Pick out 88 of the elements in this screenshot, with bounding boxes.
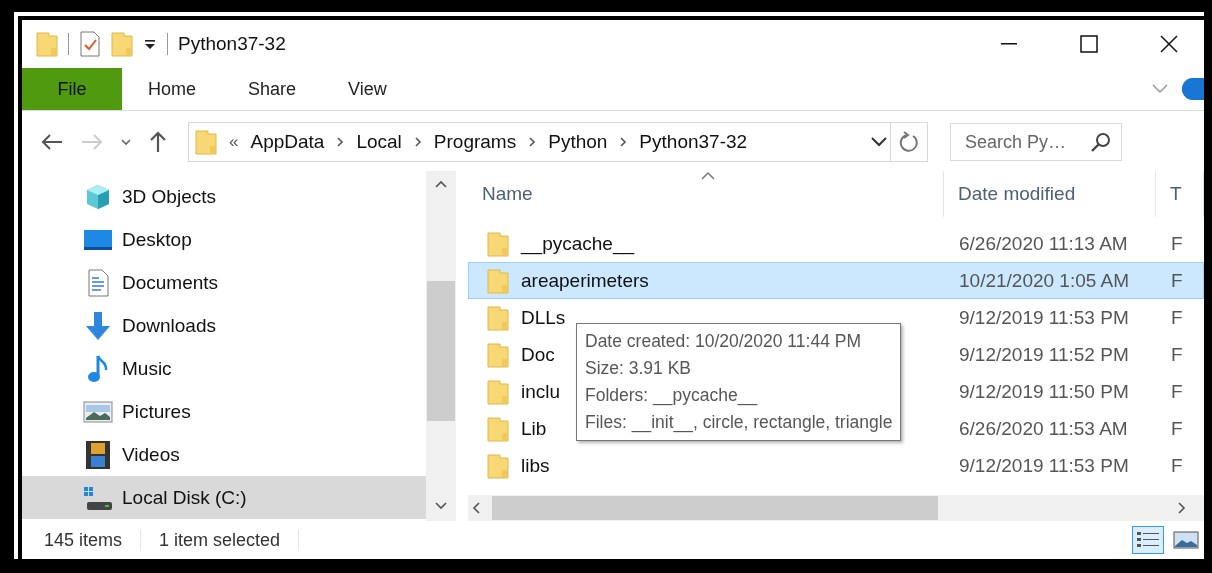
tooltip-line: Size: 3.91 KB bbox=[585, 357, 693, 380]
table-cell-text: F bbox=[1170, 417, 1184, 440]
table-cell-text: F bbox=[1170, 232, 1184, 255]
table-cell-text: F bbox=[1170, 454, 1184, 477]
cube-icon bbox=[84, 182, 112, 211]
landscape-photo-icon bbox=[83, 399, 113, 424]
chevron-down-icon bbox=[120, 137, 132, 147]
table-cell-text: F bbox=[1170, 380, 1184, 403]
tooltip-line: Files: __init__, circle, rectangle, triangle bbox=[585, 411, 893, 435]
details-view-button[interactable] bbox=[1132, 526, 1164, 554]
file-name[interactable]: areaperimeters bbox=[521, 269, 649, 292]
file-name[interactable]: inclu bbox=[521, 380, 561, 403]
window-title: Python37-32 bbox=[178, 33, 286, 55]
chevron-icon bbox=[528, 136, 537, 148]
sidebar-item[interactable]: Documents bbox=[22, 261, 426, 304]
file-name[interactable]: Lib bbox=[521, 417, 547, 440]
breadcrumb[interactable]: AppData bbox=[250, 131, 325, 153]
selected-file-row[interactable]: areaperimeters 10/21/2020 1:05 AM F bbox=[468, 262, 1204, 299]
expand-ribbon-icon[interactable] bbox=[1152, 84, 1168, 94]
maximize-icon bbox=[1079, 34, 1099, 54]
document-icon bbox=[86, 268, 110, 297]
music-note-icon bbox=[86, 353, 110, 384]
file-name[interactable]: libs bbox=[521, 454, 550, 477]
folder-icon bbox=[487, 267, 509, 294]
chevron-icon bbox=[413, 136, 422, 148]
tooltip-line: Date created: 10/20/2020 11:44 PM bbox=[585, 330, 862, 353]
selection-count: 1 item selected bbox=[159, 529, 300, 551]
column-header[interactable]: Name bbox=[468, 171, 944, 217]
date-cell-text: 6/26/2020 11:53 AM bbox=[958, 417, 1129, 440]
folder-icon bbox=[487, 415, 509, 442]
minimize-icon bbox=[1001, 43, 1017, 45]
sidebar-item[interactable]: 3D Objects bbox=[22, 175, 426, 218]
folder-icon bbox=[487, 230, 509, 257]
breadcrumb[interactable]: Programs bbox=[433, 131, 517, 153]
monitor-icon bbox=[83, 227, 113, 252]
folder-icon bbox=[487, 378, 509, 405]
breadcrumb[interactable]: Python bbox=[548, 131, 608, 153]
date-cell-text: 10/21/2020 1:05 AM bbox=[958, 269, 1131, 292]
ribbon-tab[interactable]: Home bbox=[122, 68, 222, 110]
table-cell-text: F bbox=[1170, 269, 1184, 292]
table-cell-text: F bbox=[1170, 306, 1184, 329]
sidebar-item[interactable]: Downloads bbox=[22, 304, 426, 347]
date-cell-text: 9/12/2019 11:53 PM bbox=[958, 454, 1130, 477]
breadcrumb[interactable]: Python37-32 bbox=[639, 131, 748, 153]
address-bar[interactable]: « AppData Local Programs Python Python37-32 bbox=[188, 122, 928, 162]
folder-icon bbox=[487, 452, 509, 479]
scrollbar[interactable] bbox=[426, 171, 456, 521]
chevron-icon bbox=[336, 136, 345, 148]
download-arrow-icon bbox=[84, 310, 112, 341]
film-strip-icon bbox=[85, 439, 111, 470]
item-count: 145 items bbox=[44, 529, 142, 551]
sidebar-item[interactable]: Local Disk (C:) bbox=[22, 476, 426, 519]
file-tab[interactable]: File bbox=[22, 68, 122, 110]
sort-caret-icon bbox=[700, 171, 716, 181]
column-header[interactable]: T bbox=[1156, 171, 1204, 217]
folder-icon bbox=[487, 304, 509, 331]
checklist-icon[interactable] bbox=[79, 31, 101, 57]
column-header[interactable]: Date modified bbox=[944, 171, 1156, 217]
dropdown-icon[interactable] bbox=[868, 135, 890, 149]
table-cell-text: F bbox=[1170, 343, 1184, 366]
sidebar-item[interactable]: Pictures bbox=[22, 390, 426, 433]
tooltip-line: Folders: __pycache__ bbox=[585, 384, 759, 408]
file-name[interactable]: DLLs bbox=[521, 306, 566, 329]
date-cell-text: 9/12/2019 11:52 PM bbox=[958, 343, 1130, 366]
folder-icon bbox=[487, 341, 509, 368]
folder-icon bbox=[36, 31, 58, 57]
picture-view-icon bbox=[1173, 529, 1199, 551]
sidebar-item[interactable]: Music bbox=[22, 347, 426, 390]
ribbon-tab[interactable]: View bbox=[322, 68, 413, 110]
folder-icon bbox=[195, 129, 217, 155]
date-cell-text: 9/12/2019 11:50 PM bbox=[958, 380, 1130, 403]
close-icon bbox=[1159, 34, 1179, 54]
overflow-mark[interactable]: « bbox=[229, 132, 239, 152]
file-name[interactable]: Doc bbox=[521, 343, 555, 366]
date-cell-text: 6/26/2020 11:13 AM bbox=[958, 232, 1129, 255]
sidebar-item[interactable]: Desktop bbox=[22, 218, 426, 261]
sidebar-item[interactable]: Videos bbox=[22, 433, 426, 476]
search-icon bbox=[1090, 131, 1112, 153]
file-name[interactable]: __pycache__ bbox=[521, 232, 635, 255]
chevron-icon bbox=[619, 136, 628, 148]
date-cell-text: 9/12/2019 11:53 PM bbox=[958, 306, 1130, 329]
refresh-icon[interactable] bbox=[899, 131, 919, 153]
scrollbar[interactable] bbox=[468, 495, 1204, 521]
dropdown-icon[interactable] bbox=[143, 37, 157, 51]
breadcrumb[interactable]: Local bbox=[356, 131, 402, 153]
search-field[interactable]: Search Py… bbox=[950, 123, 1122, 161]
ribbon-tab[interactable]: Share bbox=[222, 68, 323, 110]
folder-icon bbox=[111, 31, 133, 57]
